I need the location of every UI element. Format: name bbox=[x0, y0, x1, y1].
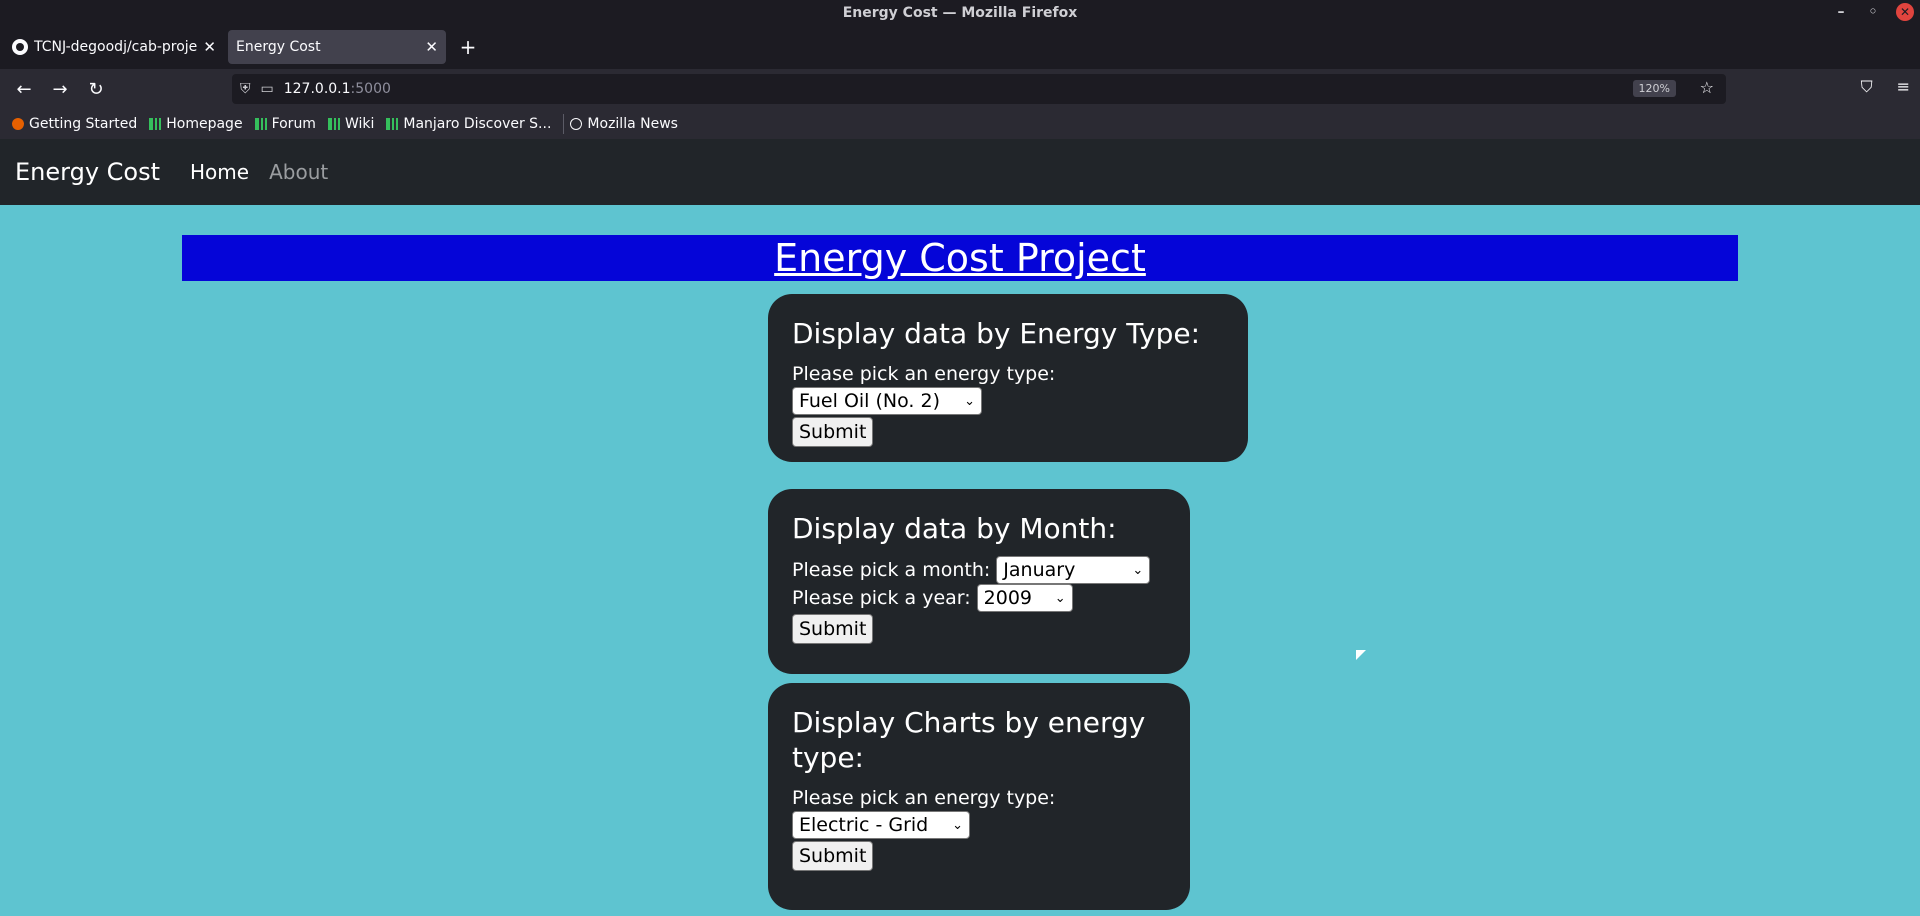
bookmark-homepage[interactable]: Homepage bbox=[149, 116, 243, 132]
bookmark-manjaro-discover[interactable]: Manjaro Discover S... bbox=[386, 116, 551, 132]
url-host: 127.0.0.1 bbox=[283, 81, 351, 97]
page-banner: Energy Cost Project bbox=[182, 235, 1738, 281]
energy-type-submit-button[interactable]: Submit bbox=[792, 417, 874, 447]
tab-label: Energy Cost bbox=[236, 39, 321, 55]
year-selected: 2009 bbox=[983, 587, 1033, 609]
tab-energy-cost[interactable]: Energy Cost ✕ bbox=[228, 30, 446, 64]
energy-type-heading: Display data by Energy Type: bbox=[792, 317, 1200, 350]
globe-icon bbox=[570, 118, 583, 130]
window-title: Energy Cost — Mozilla Firefox bbox=[842, 4, 1078, 21]
site-brand[interactable]: Energy Cost bbox=[15, 158, 160, 186]
pocket-icon[interactable]: ⛉ bbox=[1861, 77, 1873, 97]
chevron-down-icon: ⌄ bbox=[952, 817, 963, 833]
close-tab-icon[interactable]: ✕ bbox=[425, 38, 438, 56]
energy-type-select[interactable]: Fuel Oil (No. 2) ⌄ bbox=[792, 387, 982, 415]
toolbar-right-icons: ⛉ ≡ bbox=[1861, 77, 1910, 97]
chevron-down-icon: ⌄ bbox=[1132, 562, 1144, 578]
charts-energy-selected: Electric - Grid bbox=[799, 814, 929, 836]
chevron-down-icon: ⌄ bbox=[964, 393, 975, 409]
forward-icon[interactable]: → bbox=[42, 79, 78, 100]
reload-icon[interactable]: ↻ bbox=[78, 79, 114, 100]
github-icon bbox=[12, 39, 28, 55]
mouse-cursor bbox=[1356, 650, 1366, 660]
month-card: Display data by Month: Please pick a mon… bbox=[768, 489, 1190, 674]
month-label: Please pick a month: bbox=[792, 559, 991, 581]
maximize-icon[interactable]: ◦ bbox=[1864, 3, 1882, 21]
tab-strip: TCNJ-degoodj/cab-project ✕ Energy Cost ✕… bbox=[0, 25, 1920, 69]
shield-icon[interactable]: ⛨ bbox=[240, 81, 251, 97]
nav-link-home[interactable]: Home bbox=[190, 160, 249, 184]
bookmark-separator bbox=[563, 114, 565, 134]
bookmark-label: Wiki bbox=[344, 116, 375, 132]
bookmark-label: Forum bbox=[271, 116, 316, 132]
charts-label: Please pick an energy type: bbox=[792, 787, 1056, 809]
month-select[interactable]: January ⌄ bbox=[996, 556, 1151, 584]
charts-energy-select[interactable]: Electric - Grid ⌄ bbox=[792, 811, 970, 839]
energy-type-selected: Fuel Oil (No. 2) bbox=[799, 390, 940, 412]
bookmarks-bar: Getting Started Homepage Forum Wiki Manj… bbox=[0, 109, 1920, 139]
bookmark-wiki[interactable]: Wiki bbox=[327, 116, 375, 132]
url-port: :5000 bbox=[350, 81, 391, 97]
bookmark-star-icon[interactable]: ☆ bbox=[1700, 78, 1714, 97]
charts-card: Display Charts by energy type: Please pi… bbox=[768, 683, 1190, 910]
manjaro-icon bbox=[386, 118, 399, 130]
bookmark-label: Homepage bbox=[166, 116, 243, 132]
charts-heading: Display Charts by energy type: bbox=[792, 706, 1146, 774]
month-selected: January bbox=[1003, 559, 1076, 581]
close-tab-icon[interactable]: ✕ bbox=[203, 38, 216, 56]
energy-type-label: Please pick an energy type: bbox=[792, 363, 1056, 385]
bookmark-mozilla-news[interactable]: Mozilla News bbox=[570, 116, 678, 132]
page-icon: ▭ bbox=[260, 81, 274, 97]
zoom-badge[interactable]: 120% bbox=[1632, 80, 1676, 97]
url-bar[interactable]: ⛨ ▭ 127.0.0.1 :5000 120% ☆ bbox=[232, 74, 1726, 104]
year-label: Please pick a year: bbox=[792, 587, 971, 609]
manjaro-icon bbox=[327, 118, 340, 130]
page-title[interactable]: Energy Cost Project bbox=[774, 236, 1146, 280]
tab-label: TCNJ-degoodj/cab-project bbox=[34, 39, 198, 55]
year-select[interactable]: 2009 ⌄ bbox=[976, 584, 1073, 612]
close-window-icon[interactable]: ✕ bbox=[1896, 3, 1914, 21]
bookmark-forum[interactable]: Forum bbox=[254, 116, 316, 132]
manjaro-icon bbox=[149, 118, 162, 130]
browser-toolbar: ← → ↻ ⛨ ▭ 127.0.0.1 :5000 120% ☆ ⛉ ≡ bbox=[0, 69, 1920, 109]
back-icon[interactable]: ← bbox=[6, 79, 42, 100]
energy-type-card: Display data by Energy Type: Please pick… bbox=[768, 294, 1248, 462]
tab-github[interactable]: TCNJ-degoodj/cab-project ✕ bbox=[4, 30, 224, 64]
firefox-icon bbox=[12, 118, 24, 130]
bookmark-label: Mozilla News bbox=[587, 116, 678, 132]
month-heading: Display data by Month: bbox=[792, 512, 1117, 545]
window-controls: – ◦ ✕ bbox=[1832, 3, 1914, 21]
chevron-down-icon: ⌄ bbox=[1054, 590, 1066, 606]
manjaro-icon bbox=[254, 118, 267, 130]
month-submit-button[interactable]: Submit bbox=[792, 614, 874, 644]
charts-submit-button[interactable]: Submit bbox=[792, 841, 874, 871]
bookmark-getting-started[interactable]: Getting Started bbox=[12, 116, 137, 132]
window-titlebar: Energy Cost — Mozilla Firefox – ◦ ✕ bbox=[0, 0, 1920, 25]
nav-link-about[interactable]: About bbox=[269, 160, 328, 184]
new-tab-icon[interactable]: + bbox=[456, 35, 480, 59]
menu-icon[interactable]: ≡ bbox=[1897, 77, 1910, 97]
site-navbar: Energy Cost Home About bbox=[0, 139, 1920, 205]
minimize-icon[interactable]: – bbox=[1832, 3, 1850, 21]
bookmark-label: Manjaro Discover S... bbox=[403, 116, 552, 132]
bookmark-label: Getting Started bbox=[29, 116, 138, 132]
